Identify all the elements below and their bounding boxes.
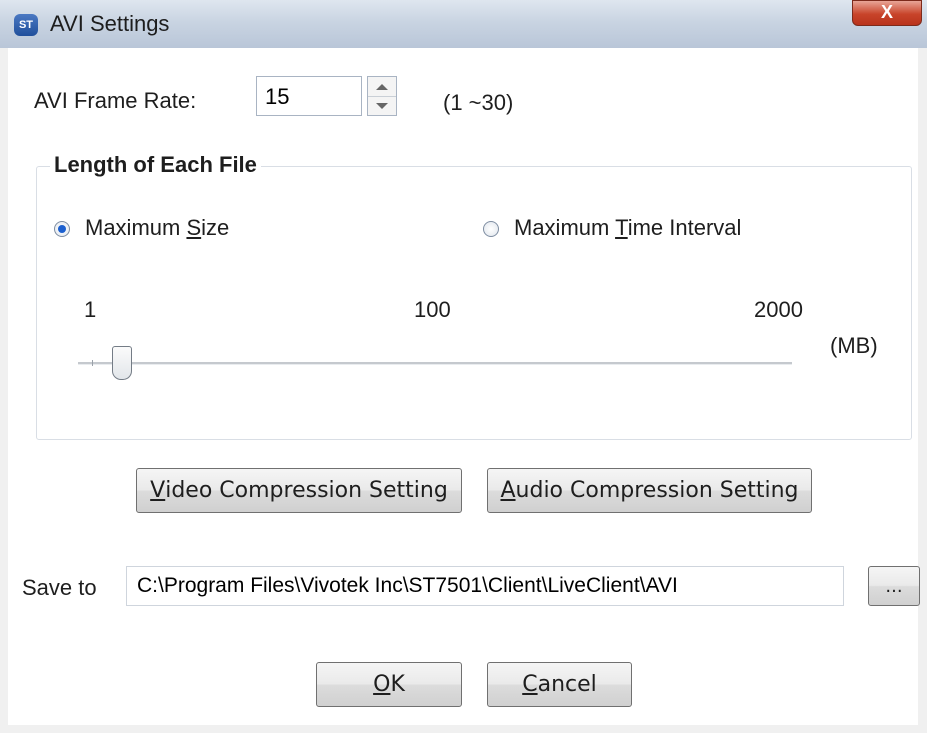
- arrow-down-icon: [376, 102, 388, 109]
- spin-down-button[interactable]: [368, 96, 396, 115]
- frame-rate-label: AVI Frame Rate:: [34, 88, 197, 113]
- maximum-size-label[interactable]: Maximum Size: [85, 215, 229, 241]
- slider-mid-label: 100: [414, 297, 451, 322]
- save-path-field[interactable]: C:\Program Files\Vivotek Inc\ST7501\Clie…: [126, 566, 844, 606]
- close-button[interactable]: X: [852, 0, 922, 26]
- audio-compression-button[interactable]: Audio Compression Setting: [487, 468, 812, 513]
- maximum-time-radio[interactable]: [483, 221, 499, 237]
- browse-button[interactable]: ...: [868, 566, 920, 606]
- maximum-time-label[interactable]: Maximum Time Interval: [514, 215, 741, 241]
- window-title: AVI Settings: [50, 11, 170, 36]
- frame-rate-range: (1 ~30): [443, 90, 514, 115]
- slider-min-label: 1: [84, 297, 97, 322]
- size-slider-thumb[interactable]: [112, 346, 132, 380]
- frame-rate-spinner[interactable]: [367, 76, 397, 116]
- frame-rate-input[interactable]: 15: [256, 76, 362, 116]
- slider-tick: [92, 360, 93, 366]
- slider-max-label: 2000: [754, 297, 803, 322]
- video-compression-button[interactable]: Video Compression Setting: [136, 468, 462, 513]
- group-title: Length of Each File: [50, 152, 261, 178]
- save-to-label: Save to: [22, 575, 97, 600]
- app-icon: ST: [14, 14, 38, 36]
- close-icon: X: [880, 2, 893, 22]
- slider-unit-label: (MB): [830, 333, 878, 358]
- ok-button[interactable]: OK: [316, 662, 462, 707]
- spin-up-button[interactable]: [368, 77, 396, 97]
- size-slider-track[interactable]: [78, 362, 792, 365]
- cancel-button[interactable]: Cancel: [487, 662, 632, 707]
- maximum-size-radio[interactable]: [54, 221, 70, 237]
- arrow-up-icon: [376, 83, 388, 90]
